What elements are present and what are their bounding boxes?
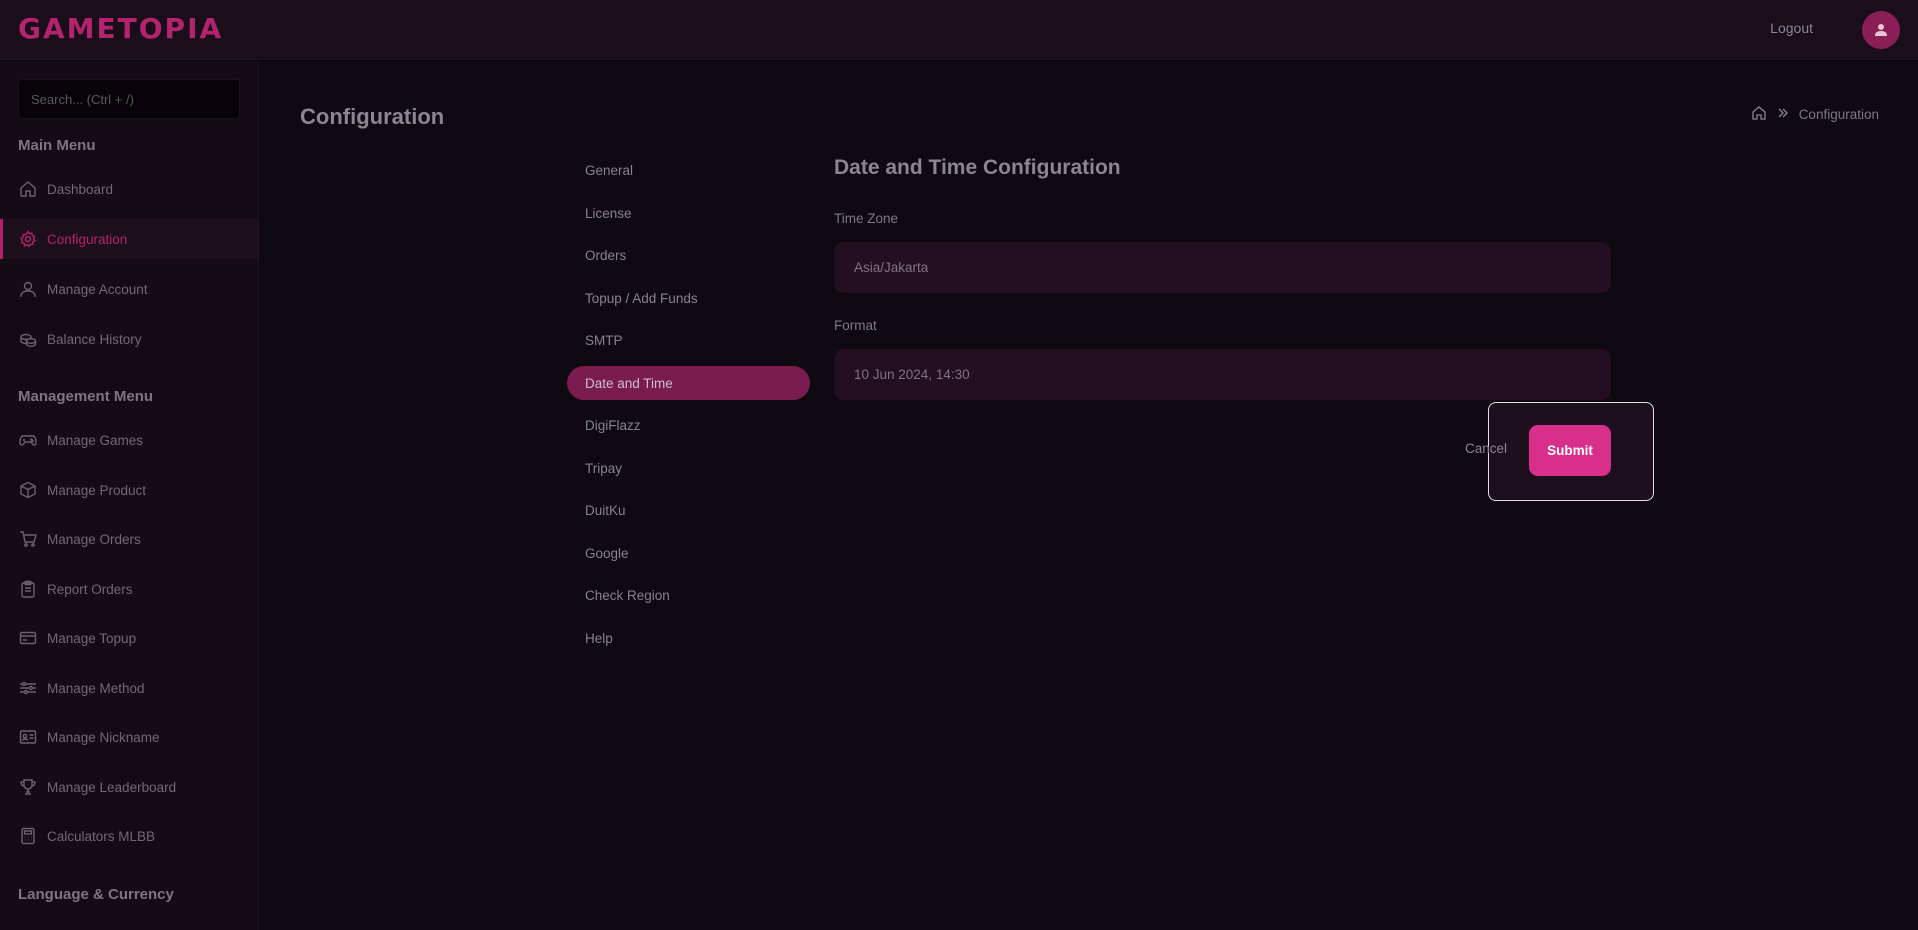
clipboard-icon — [18, 579, 38, 599]
calculator-icon — [18, 826, 38, 846]
tab-orders[interactable]: Orders — [567, 238, 810, 272]
sidebar-item-label: Manage Method — [47, 680, 145, 696]
sidebar-item-calculators-mlbb[interactable]: Calculators MLBB — [0, 816, 258, 856]
format-label: Format — [834, 318, 877, 333]
cancel-button[interactable]: Cancel — [1465, 441, 1507, 456]
sliders-icon — [18, 678, 38, 698]
timezone-value: Asia/Jakarta — [854, 260, 929, 275]
gear-icon — [18, 229, 38, 249]
format-value: 10 Jun 2024, 14:30 — [854, 367, 970, 382]
tab-check-region[interactable]: Check Region — [567, 578, 810, 612]
sidebar-item-manage-method[interactable]: Manage Method — [0, 668, 258, 708]
sidebar-item-manage-topup[interactable]: Manage Topup — [0, 618, 258, 658]
sidebar-item-manage-account[interactable]: Manage Account — [0, 269, 258, 309]
home-icon — [18, 179, 38, 199]
breadcrumb-current: Configuration — [1798, 107, 1879, 122]
page-title: Configuration — [300, 104, 445, 129]
tab-duitku[interactable]: DuitKu — [567, 493, 810, 527]
chevron-double-right-icon — [1777, 107, 1789, 122]
breadcrumb: Configuration — [1751, 105, 1879, 124]
sidebar-item-label: Report Orders — [47, 581, 133, 597]
gamepad-icon — [18, 430, 38, 450]
management-menu-heading: Management Menu — [18, 388, 154, 405]
trophy-icon — [18, 777, 38, 797]
timezone-label: Time Zone — [834, 211, 899, 226]
tab-smtp[interactable]: SMTP — [567, 323, 810, 357]
sidebar-item-dashboard[interactable]: Dashboard — [0, 169, 258, 209]
section-title: Date and Time Configuration — [834, 156, 1121, 179]
top-bar: GAMETOPIA Logout — [0, 0, 1918, 60]
sidebar-item-label: Dashboard — [47, 181, 114, 197]
tab-date-and-time[interactable]: Date and Time — [567, 366, 810, 400]
sidebar-item-label: Configuration — [47, 231, 128, 247]
sidebar-item-label: Manage Orders — [47, 531, 141, 547]
sidebar-item-label: Manage Nickname — [47, 729, 160, 745]
sidebar-item-label: Manage Product — [47, 482, 147, 498]
tab-digiflazz[interactable]: DigiFlazz — [567, 408, 810, 442]
sidebar-item-manage-nickname[interactable]: Manage Nickname — [0, 717, 258, 757]
sidebar-item-report-orders[interactable]: Report Orders — [0, 569, 258, 609]
tab-general[interactable]: General — [567, 153, 810, 187]
main-menu-heading: Main Menu — [18, 137, 96, 154]
sidebar-item-label: Manage Account — [47, 281, 148, 297]
home-icon[interactable] — [1751, 105, 1767, 124]
sidebar: Main Menu Dashboard Configuration Manage… — [0, 61, 259, 930]
sidebar-item-manage-games[interactable]: Manage Games — [0, 420, 258, 460]
timezone-select[interactable]: Asia/Jakarta — [834, 242, 1611, 293]
coins-icon — [18, 329, 38, 349]
sidebar-item-balance-history[interactable]: Balance History — [0, 319, 258, 359]
cart-icon — [18, 529, 38, 549]
sidebar-item-configuration[interactable]: Configuration — [0, 219, 258, 259]
language-currency-heading: Language & Currency — [18, 886, 174, 903]
logout-link[interactable]: Logout — [1770, 20, 1813, 36]
avatar[interactable] — [1862, 11, 1900, 49]
box-icon — [18, 480, 38, 500]
sidebar-item-label: Balance History — [47, 331, 142, 347]
sidebar-item-label: Manage Topup — [47, 630, 137, 646]
app-logo[interactable]: GAMETOPIA — [18, 12, 223, 45]
id-card-icon — [18, 727, 38, 747]
sidebar-item-label: Manage Games — [47, 432, 144, 448]
wallet-icon — [18, 628, 38, 648]
submit-button[interactable]: Submit — [1529, 425, 1611, 476]
tab-topup-add-funds[interactable]: Topup / Add Funds — [567, 281, 810, 315]
sidebar-item-label: Manage Leaderboard — [47, 779, 177, 795]
user-avatar-icon — [1875, 24, 1887, 36]
sidebar-item-manage-leaderboard[interactable]: Manage Leaderboard — [0, 767, 258, 807]
tab-license[interactable]: License — [567, 196, 810, 230]
sidebar-item-manage-orders[interactable]: Manage Orders — [0, 519, 258, 559]
tab-help[interactable]: Help — [567, 621, 810, 655]
search-input[interactable] — [18, 79, 240, 119]
tab-google[interactable]: Google — [567, 536, 810, 570]
sidebar-item-manage-product[interactable]: Manage Product — [0, 470, 258, 510]
format-select[interactable]: 10 Jun 2024, 14:30 — [834, 349, 1611, 400]
sidebar-item-label: Calculators MLBB — [47, 828, 156, 844]
user-icon — [18, 279, 38, 299]
tab-tripay[interactable]: Tripay — [567, 451, 810, 485]
